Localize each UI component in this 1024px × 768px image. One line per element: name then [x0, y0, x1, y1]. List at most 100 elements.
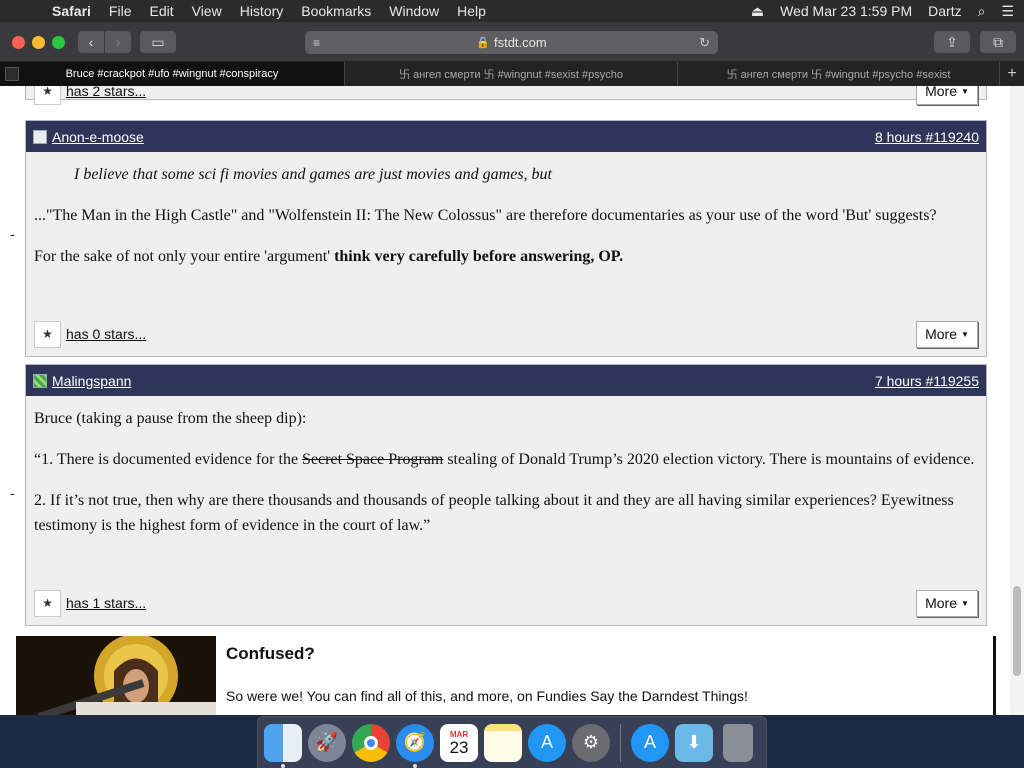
- calendar-icon[interactable]: MAR 23: [440, 723, 478, 762]
- close-window-button[interactable]: [12, 36, 25, 49]
- app-store-icon[interactable]: A: [528, 723, 566, 762]
- launchpad-icon[interactable]: 🚀: [308, 723, 346, 762]
- url-text: fstdt.com: [493, 35, 547, 50]
- post-permalink[interactable]: 7 hours #119255: [875, 373, 979, 389]
- avatar: [33, 129, 47, 144]
- tab-angel-2[interactable]: 卐 ангел смерти 卐 #wingnut #psycho #sexis…: [678, 62, 1000, 86]
- minimize-window-button[interactable]: [32, 36, 45, 49]
- page-scrollbar[interactable]: [1010, 86, 1024, 715]
- post-paragraph: 2. If it’s not true, then why are there …: [34, 492, 954, 534]
- bold-text: think very carefully before answering, O…: [334, 248, 624, 265]
- post-collapse-toggle[interactable]: -: [10, 485, 15, 501]
- app-store-download-icon[interactable]: A: [631, 723, 669, 762]
- tab-label: 卐 ангел смерти 卐 #wingnut #sexist #psych…: [399, 69, 623, 81]
- tab-overview-button[interactable]: ⧉: [980, 31, 1016, 53]
- safari-toolbar: ‹ › ▭ ≡ 🔒 fstdt.com ↻ ⇪ ⧉: [0, 22, 1024, 62]
- quoted-text: I believe that some sci fi movies and ga…: [74, 166, 552, 183]
- zoom-window-button[interactable]: [52, 36, 65, 49]
- post-paragraph: Bruce (taking a pause from the sheep dip…: [34, 410, 307, 427]
- lock-icon: 🔒: [476, 37, 490, 49]
- banner-title: Confused?: [226, 644, 315, 663]
- sidebar-toggle-button[interactable]: ▭: [140, 31, 176, 53]
- tab-label: 卐 ангел смерти 卐 #wingnut #psycho #sexis…: [726, 69, 951, 81]
- dock: 🚀 🧭 MAR 23 A ⚙ A ⬇: [257, 716, 767, 768]
- plain-text: stealing of Donald Trump’s 2020 election…: [443, 451, 975, 468]
- menu-window[interactable]: Window: [389, 3, 439, 19]
- post-permalink[interactable]: 8 hours #119240: [875, 129, 979, 145]
- user-menu[interactable]: Dartz: [928, 3, 961, 19]
- menu-history[interactable]: History: [240, 3, 284, 19]
- menu-bookmarks[interactable]: Bookmarks: [301, 3, 371, 19]
- spotlight-icon[interactable]: ⌕: [978, 3, 986, 20]
- post-119255: Malingspann 7 hours #119255 Bruce (takin…: [25, 364, 987, 626]
- menubar: Safari File Edit View History Bookmarks …: [0, 0, 1024, 22]
- star-button[interactable]: ★: [34, 320, 61, 348]
- more-button[interactable]: More ▼: [916, 320, 978, 348]
- stars-count-link[interactable]: has 1 stars...: [66, 595, 146, 611]
- caret-down-icon: ▼: [960, 598, 969, 608]
- post-previous: ★ has 2 stars... More ▼: [25, 86, 987, 105]
- share-button[interactable]: ⇪: [934, 31, 970, 53]
- tab-bruce[interactable]: Bruce #crackpot #ufo #wingnut #conspirac…: [0, 62, 345, 86]
- more-label: More: [925, 326, 957, 342]
- reload-icon[interactable]: ↻: [699, 35, 710, 51]
- post-119240: Anon-e-moose 8 hours #119240 I believe t…: [25, 120, 987, 357]
- address-bar[interactable]: ≡ 🔒 fstdt.com ↻: [305, 31, 718, 54]
- post-collapse-toggle[interactable]: -: [10, 226, 15, 242]
- post-header: Anon-e-moose 8 hours #119240: [26, 121, 986, 152]
- post-author: Anon-e-moose: [33, 129, 144, 145]
- reader-view-icon[interactable]: ≡: [313, 36, 320, 50]
- menu-view[interactable]: View: [192, 3, 222, 19]
- more-button[interactable]: More ▼: [916, 86, 978, 105]
- star-button[interactable]: ★: [34, 589, 61, 617]
- stars-count-link[interactable]: has 2 stars...: [66, 86, 146, 99]
- post-paragraph: For the sake of not only your entire 'ar…: [34, 244, 978, 269]
- finder-icon[interactable]: [264, 723, 302, 768]
- jesus-with-gun-illustration: [16, 636, 216, 715]
- avatar: [33, 373, 47, 388]
- notification-center-icon[interactable]: ☰: [1001, 3, 1014, 20]
- menu-file[interactable]: File: [109, 3, 132, 19]
- more-button[interactable]: More ▼: [916, 589, 978, 617]
- forward-button[interactable]: ›: [105, 31, 131, 53]
- author-link[interactable]: Anon-e-moose: [52, 129, 144, 145]
- post-body: Bruce (taking a pause from the sheep dip…: [26, 396, 986, 538]
- menu-help[interactable]: Help: [457, 3, 486, 19]
- author-link[interactable]: Malingspann: [52, 373, 131, 389]
- back-button[interactable]: ‹: [78, 31, 104, 53]
- post-body: I believe that some sci fi movies and ga…: [26, 152, 986, 269]
- dock-separator: [620, 723, 621, 762]
- plain-text: “1. There is documented evidence for the: [34, 451, 303, 468]
- struck-text: Secret Space Program: [302, 451, 444, 468]
- sidebar-icon: ▭: [151, 33, 165, 50]
- post-header: Malingspann 7 hours #119255: [26, 365, 986, 396]
- notes-icon[interactable]: [484, 723, 522, 762]
- post-footer: ★ has 1 stars... More ▼: [34, 589, 978, 617]
- menu-safari[interactable]: Safari: [52, 3, 91, 19]
- chrome-icon[interactable]: [352, 723, 390, 762]
- banner-text: Confused? So were we! You can find all o…: [216, 636, 758, 715]
- post-paragraph: ..."The Man in the High Castle" and "Wol…: [34, 207, 937, 224]
- stars-count-link[interactable]: has 0 stars...: [66, 326, 146, 342]
- clock[interactable]: Wed Mar 23 1:59 PM: [780, 3, 912, 19]
- scrollbar-thumb[interactable]: [1013, 586, 1021, 676]
- system-preferences-icon[interactable]: ⚙: [572, 723, 610, 762]
- trash-icon[interactable]: [723, 723, 753, 762]
- eject-icon[interactable]: ⏏: [751, 3, 764, 20]
- safari-icon[interactable]: 🧭: [396, 723, 434, 768]
- star-icon: ★: [42, 327, 53, 341]
- post-paragraph: “1. There is documented evidence for the…: [34, 447, 978, 472]
- banner-image: [16, 636, 216, 715]
- caret-down-icon: ▼: [960, 329, 969, 339]
- more-label: More: [925, 86, 957, 99]
- tab-angel-1[interactable]: 卐 ангел смерти 卐 #wingnut #sexist #psych…: [345, 62, 678, 86]
- chevron-left-icon: ‹: [88, 34, 94, 50]
- banner-description: So were we! You can find all of this, an…: [226, 688, 748, 704]
- post-footer: ★ has 0 stars... More ▼: [34, 320, 978, 348]
- star-button[interactable]: ★: [34, 86, 61, 105]
- tab-label: Bruce #crackpot #ufo #wingnut #conspirac…: [65, 68, 279, 80]
- new-tab-button[interactable]: +: [1000, 62, 1024, 86]
- menu-edit[interactable]: Edit: [149, 3, 173, 19]
- downloads-folder-icon[interactable]: ⬇: [675, 723, 713, 762]
- tab-bar: Bruce #crackpot #ufo #wingnut #conspirac…: [0, 62, 1024, 86]
